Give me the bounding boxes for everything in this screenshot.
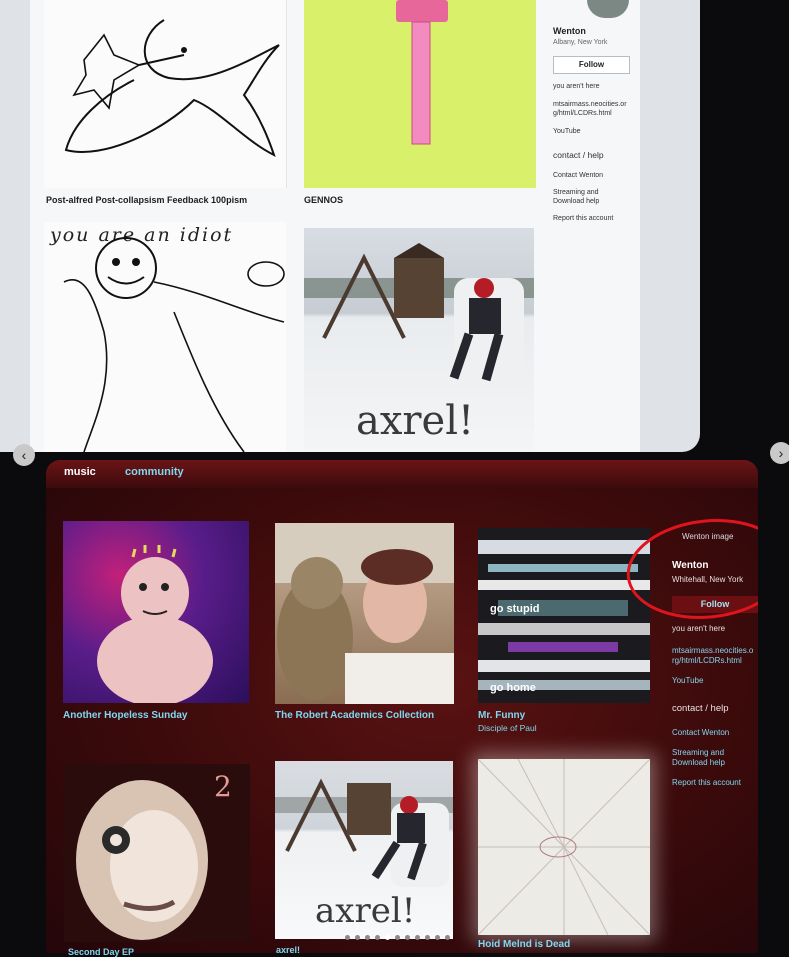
axrel-text: axrel! xyxy=(315,891,416,931)
album-title[interactable]: axrel! xyxy=(276,945,300,955)
fish-drawing-art xyxy=(64,19,280,157)
carousel-dot[interactable] xyxy=(445,935,450,940)
report-link[interactable]: Report this account xyxy=(672,778,741,788)
album-artist[interactable]: Disciple of Paul xyxy=(478,723,537,733)
baby-figure-art xyxy=(97,545,213,703)
album-caption[interactable]: Post-alfred Post-collapsism Feedback 100… xyxy=(46,195,247,205)
carousel-dot[interactable] xyxy=(355,935,360,940)
chevron-right-icon[interactable]: › xyxy=(770,442,789,464)
axrel-text: axrel! xyxy=(356,398,475,444)
profile-location: Albany, New York xyxy=(553,39,608,46)
album-number: 2 xyxy=(214,770,232,803)
album-caption[interactable]: GENNOS xyxy=(304,195,343,205)
album-tile-hoid-melnd[interactable] xyxy=(478,759,650,935)
glitch-text: go stupid xyxy=(490,603,540,615)
top-page: Post-alfred Post-collapsism Feedback 100… xyxy=(30,0,640,452)
nav-community[interactable]: community xyxy=(125,466,184,478)
carousel-dot[interactable] xyxy=(395,935,400,940)
album-tile-fish-drawing[interactable] xyxy=(44,0,287,188)
album-tile-axrel[interactable]: axrel! xyxy=(275,761,453,939)
profile-image[interactable] xyxy=(587,0,629,18)
album-title[interactable]: Mr. Funny xyxy=(478,710,525,721)
carousel-dot[interactable] xyxy=(365,935,370,940)
carousel-dot[interactable] xyxy=(405,935,410,940)
nav-music[interactable]: music xyxy=(64,466,96,478)
album-tile-face[interactable]: 2 xyxy=(64,764,250,942)
album-title[interactable]: The Robert Academics Collection xyxy=(275,710,434,721)
contact-help-heading: contact / help xyxy=(672,703,729,714)
follow-button[interactable]: Follow xyxy=(553,56,630,74)
contact-link[interactable]: Contact Wenton xyxy=(672,728,729,738)
chevron-left-icon[interactable]: ‹ xyxy=(13,444,35,466)
album-title[interactable]: Another Hopeless Sunday xyxy=(63,710,187,721)
hammer-art xyxy=(396,0,448,145)
youtube-link[interactable]: YouTube xyxy=(672,676,703,686)
album-tile-hopeless-sunday[interactable] xyxy=(63,521,249,703)
carousel-dot[interactable] xyxy=(345,935,350,940)
not-here-text: you aren't here xyxy=(553,83,600,90)
red-annotation-circle xyxy=(626,519,758,619)
cat-and-woman-photo xyxy=(275,523,454,704)
streaming-help-link[interactable]: Streaming and Download help xyxy=(553,188,613,206)
youtube-link[interactable]: YouTube xyxy=(553,127,581,136)
sketch-burst-art xyxy=(478,759,650,935)
carousel-dot[interactable] xyxy=(375,935,380,940)
carousel-dot[interactable] xyxy=(425,935,430,940)
carousel-dot[interactable] xyxy=(415,935,420,940)
external-link[interactable]: mtsairmass.neocities.org/html/LCDRs.html xyxy=(672,646,756,666)
carousel-dots xyxy=(345,935,465,941)
profile-name[interactable]: Wenton xyxy=(553,26,586,36)
top-nav: music community xyxy=(46,460,758,488)
top-screen: Post-alfred Post-collapsism Feedback 100… xyxy=(0,0,700,452)
album-tile-robert-academics[interactable] xyxy=(275,523,454,704)
album-title[interactable]: Hoid Melnd is Dead xyxy=(478,939,570,950)
glitch-text: go home xyxy=(490,682,536,694)
contact-link[interactable]: Contact Wenton xyxy=(553,171,603,180)
carousel-dot[interactable] xyxy=(385,935,390,940)
album-tile-hammer[interactable] xyxy=(304,0,536,188)
external-link[interactable]: mtsairmass.neocities.org/html/LCDRs.html xyxy=(553,100,631,118)
streaming-help-link[interactable]: Streaming and Download help xyxy=(672,748,736,768)
album-tile-idiot[interactable]: you are an idiot xyxy=(44,222,286,452)
carousel-dot[interactable] xyxy=(435,935,440,940)
album-tile-axrel[interactable]: axrel! xyxy=(304,228,534,452)
album-title[interactable]: Second Day EP xyxy=(68,947,134,957)
report-link[interactable]: Report this account xyxy=(553,214,613,223)
idiot-drawing-art xyxy=(63,237,285,452)
contact-help-heading: contact / help xyxy=(553,150,604,160)
bottom-screen: music community Another Hopeless Sunday … xyxy=(46,460,758,953)
